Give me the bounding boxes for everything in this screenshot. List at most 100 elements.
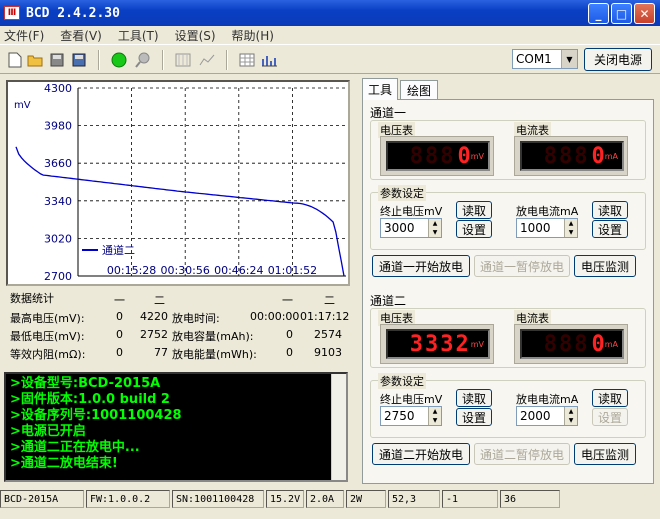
new-file-icon[interactable]: [6, 51, 24, 69]
stat-value: 0: [116, 310, 123, 323]
log-line: >通道二正在放电中...: [10, 440, 140, 455]
stat-label: 放电容量(mAh):: [172, 330, 254, 343]
ch2-curr-set-value: 2000: [520, 409, 551, 423]
log-line: >电源已开启: [10, 424, 86, 439]
chart-grid-icon[interactable]: [174, 51, 192, 69]
y-axis-label: mV: [14, 100, 31, 111]
chevron-down-icon[interactable]: ▼: [561, 50, 577, 68]
ch2-voltage-display: 3332 mV: [386, 329, 490, 359]
stats-col-1: 一: [114, 294, 125, 307]
ch2-start-button[interactable]: 通道二开始放电: [372, 443, 470, 465]
ch2-set-voltage-button[interactable]: 设置: [456, 408, 492, 426]
ch2-stopv-input[interactable]: 2750 ▲ ▼: [380, 406, 442, 426]
status-serial: SN:1001100428: [172, 490, 264, 508]
ch2-read-voltage-button[interactable]: 读取: [456, 389, 492, 407]
stat-value: 0: [116, 328, 123, 341]
status-field-8: -1: [442, 490, 498, 508]
ch2-curr-set-label: 放电电流mA: [516, 393, 579, 406]
ch1-current-display: 888 0 mA: [520, 141, 624, 171]
log-console: >设备型号:BCD-2015A >固件版本:1.0.0 build 2 >设备序…: [4, 372, 348, 482]
tab-tools[interactable]: 工具: [362, 78, 398, 100]
table-icon[interactable]: [238, 51, 256, 69]
spin-arrows-icon[interactable]: ▲ ▼: [428, 407, 441, 425]
ch2-set-current-button[interactable]: 设置: [592, 408, 628, 426]
ch2-current-display: 888 0 mA: [520, 329, 624, 359]
save-as-icon[interactable]: [70, 51, 88, 69]
ch1-read-current-button[interactable]: 读取: [592, 201, 628, 219]
ch1-set-voltage-button[interactable]: 设置: [456, 220, 492, 238]
ch2-stopv-value: 2750: [384, 409, 415, 423]
stats-col-3: 一: [282, 294, 293, 307]
close-power-button[interactable]: 关闭电源: [584, 48, 652, 71]
ch2-curr-input[interactable]: 2000 ▲ ▼: [516, 406, 578, 426]
ch1-param-label: 参数设定: [378, 185, 426, 201]
ch2-monitor-button[interactable]: 电压监测: [574, 443, 636, 465]
ch1-stopv-value: 3000: [384, 221, 415, 235]
chart-line-icon[interactable]: [198, 51, 216, 69]
ch1-stopv-input[interactable]: 3000 ▲ ▼: [380, 218, 442, 238]
spin-arrows-icon[interactable]: ▲ ▼: [564, 407, 577, 425]
ch2-param-label: 参数设定: [378, 373, 426, 389]
ch1-start-button[interactable]: 通道一开始放电: [372, 255, 470, 277]
console-scrollbar[interactable]: [331, 374, 346, 480]
ch1-set-current-button[interactable]: 设置: [592, 220, 628, 238]
stat-label: 放电时间:: [172, 312, 220, 325]
status-voltage: 15.2V: [266, 490, 304, 508]
stat-value: 0: [116, 346, 123, 359]
com-port-select[interactable]: COM1 ▼: [512, 49, 578, 69]
tab-plot[interactable]: 绘图: [400, 80, 438, 100]
chart-bars-icon[interactable]: [260, 51, 278, 69]
connect-green-icon[interactable]: [110, 51, 128, 69]
menu-view[interactable]: 查看(V): [60, 27, 102, 44]
ch2-stopv-label: 终止电压mV: [380, 393, 443, 406]
menu-tools[interactable]: 工具(T): [118, 27, 159, 44]
title-bar: Ⅲ BCD 2.4.2.30 _ □ ✕: [0, 0, 660, 26]
stat-value: 9103: [314, 346, 342, 359]
minimize-button[interactable]: _: [588, 3, 609, 24]
y-tick-label: 3340: [44, 195, 72, 208]
ch1-volt-unit: mV: [470, 151, 484, 161]
x-tick-label: 00:30:56: [160, 264, 209, 277]
x-tick-label: 00:15:28: [107, 264, 156, 277]
stat-value: 2752: [140, 328, 168, 341]
stat-value: 4220: [140, 310, 168, 323]
spin-arrows-icon[interactable]: ▲ ▼: [428, 219, 441, 237]
stat-value: 00:00:00: [250, 310, 300, 323]
stats-title: 数据统计: [10, 292, 54, 305]
menu-help[interactable]: 帮助(H): [232, 27, 274, 44]
menu-file[interactable]: 文件(F): [4, 27, 44, 44]
stat-value: 2574: [314, 328, 342, 341]
open-folder-icon[interactable]: [26, 51, 44, 69]
menu-settings[interactable]: 设置(S): [175, 27, 216, 44]
ch1-volt-value: 0: [457, 143, 471, 169]
ch2-pause-button[interactable]: 通道二暂停放电: [474, 443, 570, 465]
ch1-read-voltage-button[interactable]: 读取: [456, 201, 492, 219]
search-icon[interactable]: [134, 51, 152, 69]
stat-value: 01:17:12: [300, 310, 350, 323]
ch1-pause-button[interactable]: 通道一暂停放电: [474, 255, 570, 277]
chart-svg: 4300 3980 3660 3340 3020 2700 mV 00:15:28 00:30:…: [14, 82, 346, 283]
y-tick-label: 4300: [44, 82, 72, 95]
status-power: 2W: [346, 490, 386, 508]
ch2-curr-unit: mA: [604, 339, 618, 349]
status-bar: BCD-2015A FW:1.0.0.2 SN:1001100428 15.2V…: [0, 488, 660, 510]
save-disk-icon[interactable]: [48, 51, 66, 69]
stats-col-4: 二: [324, 294, 335, 307]
stat-label: 等效内阻(mΩ):: [10, 348, 86, 361]
stat-value: 0: [286, 328, 293, 341]
close-button[interactable]: ✕: [634, 3, 655, 24]
ch1-monitor-button[interactable]: 电压监测: [574, 255, 636, 277]
channel-2-title: 通道二: [370, 294, 407, 308]
stats-col-2: 二: [154, 294, 165, 307]
status-temp: 52,3: [388, 490, 440, 508]
legend-label: 通道二: [102, 243, 135, 257]
status-current: 2.0A: [306, 490, 344, 508]
ch1-curr-value: 0: [591, 143, 605, 169]
ch1-stopv-label: 终止电压mV: [380, 205, 443, 218]
ch1-curr-input[interactable]: 1000 ▲ ▼: [516, 218, 578, 238]
spin-arrows-icon[interactable]: ▲ ▼: [564, 219, 577, 237]
y-tick-label: 3980: [44, 120, 72, 133]
log-line: >设备序列号:1001100428: [10, 408, 182, 423]
ch2-read-current-button[interactable]: 读取: [592, 389, 628, 407]
maximize-button[interactable]: □: [611, 3, 632, 24]
